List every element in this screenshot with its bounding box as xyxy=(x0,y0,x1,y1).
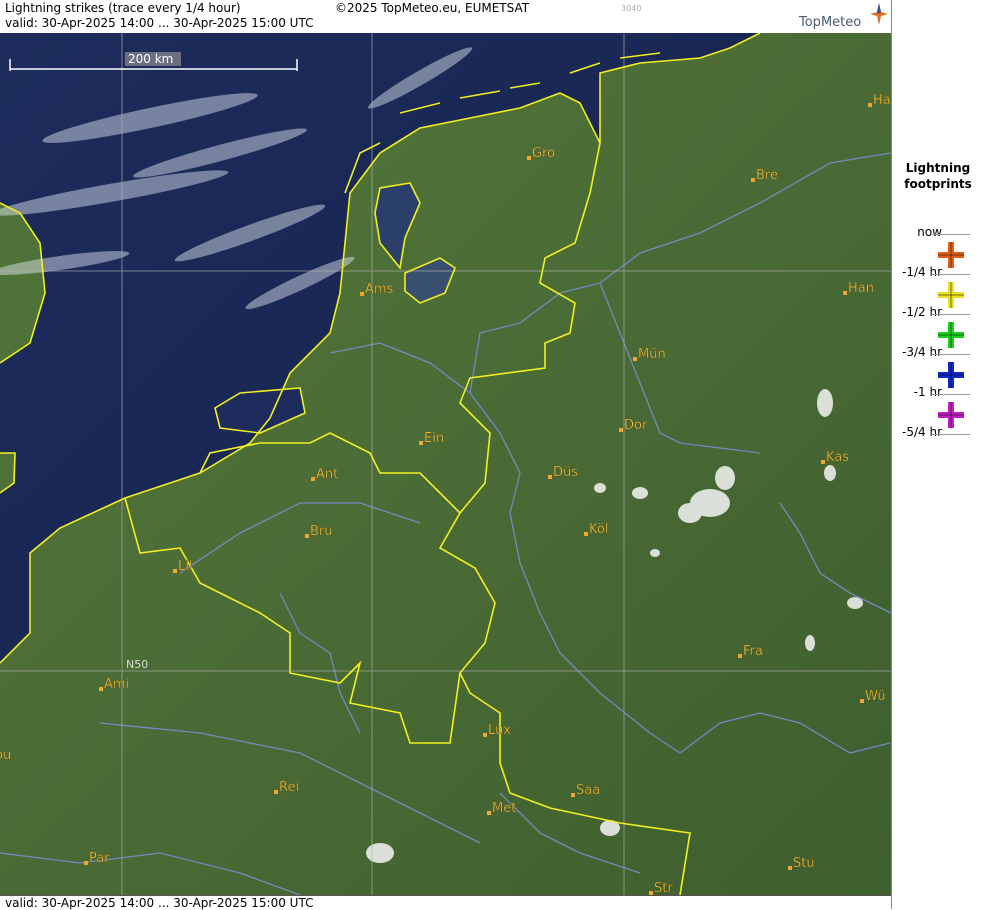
city-label: Ant xyxy=(316,467,338,482)
city-dot xyxy=(274,790,278,794)
city-label: ou xyxy=(0,748,11,763)
city-dot xyxy=(99,687,103,691)
city-label: Gro xyxy=(532,146,555,161)
city-dot xyxy=(633,357,637,361)
legend-time-label: -1/2 hr xyxy=(902,305,942,319)
city-label: Kas xyxy=(826,450,849,465)
map-header: Lightning strikes (trace every 1/4 hour)… xyxy=(0,0,891,34)
city-dot xyxy=(843,291,847,295)
satellite-map[interactable]: Gro Bre Ha Ams Han Mün Ein Dor Ant Düs Kas Bru Köl Li… xyxy=(0,33,891,895)
legend-title-line1: Lightning xyxy=(905,161,971,175)
city-marker: ou xyxy=(0,748,11,763)
city-label: Köl xyxy=(589,522,608,537)
city-marker: Met xyxy=(487,801,516,816)
city-dot xyxy=(173,569,177,573)
city-marker: Lux xyxy=(483,723,511,738)
city-dot xyxy=(360,292,364,296)
legend-time-label: now xyxy=(917,225,942,239)
city-label: Bru xyxy=(310,524,333,539)
compass-icon xyxy=(870,3,888,25)
city-label: Met xyxy=(492,801,516,816)
city-label: Rei xyxy=(279,780,299,795)
city-marker: Mün xyxy=(633,347,666,362)
legend-time-label: -1/4 hr xyxy=(902,265,942,279)
city-dot xyxy=(487,811,491,815)
city-marker: Ant xyxy=(311,467,338,482)
city-marker: Ams xyxy=(360,282,394,297)
city-dot xyxy=(738,654,742,658)
city-dot xyxy=(584,532,588,536)
city-label: Ha xyxy=(873,93,891,108)
legend-time-label: -3/4 hr xyxy=(902,345,942,359)
city-marker: Gro xyxy=(527,146,555,161)
legend-divider xyxy=(932,274,970,275)
city-dot xyxy=(860,699,864,703)
city-dot xyxy=(751,178,755,182)
city-label: Ams xyxy=(365,282,394,297)
city-dot xyxy=(527,156,531,160)
city-label: Saa xyxy=(576,783,600,798)
map-canvas: Gro Bre Ha Ams Han Mün Ein Dor Ant Düs Kas Bru Köl Li… xyxy=(0,33,891,895)
legend-divider xyxy=(932,354,970,355)
city-label: Par xyxy=(89,851,110,866)
city-dot xyxy=(419,441,423,445)
map-title: Lightning strikes (trace every 1/4 hour) xyxy=(5,1,241,15)
city-marker: Han xyxy=(843,281,874,296)
city-label: Stu xyxy=(793,856,815,871)
city-dot xyxy=(305,534,309,538)
city-label: Ami xyxy=(104,677,129,692)
city-label: Mün xyxy=(638,347,666,362)
brand-logo: TopMeteo xyxy=(799,15,862,30)
map-footer: valid: 30-Apr-2025 14:00 ... 30-Apr-2025… xyxy=(0,895,891,910)
city-label: Düs xyxy=(553,465,578,480)
city-dot xyxy=(868,103,872,107)
city-dot xyxy=(84,861,88,865)
city-dot xyxy=(571,793,575,797)
legend-panel: Lightning footprints now -1/4 hr -1/2 hr -3… xyxy=(891,0,983,909)
city-marker: Ami xyxy=(99,677,129,692)
city-label: Han xyxy=(848,281,874,296)
city-dot xyxy=(821,460,825,464)
city-marker: Bru xyxy=(305,524,333,539)
city-marker: Bre xyxy=(751,168,778,183)
legend-divider xyxy=(932,234,970,235)
city-dot xyxy=(619,428,623,432)
legend-time-label: -5/4 hr xyxy=(902,425,942,439)
city-label: Wü xyxy=(865,689,886,704)
city-dot xyxy=(788,866,792,870)
map-code: 3040 xyxy=(621,4,642,13)
legend-divider xyxy=(932,434,970,435)
city-label: Lil xyxy=(178,559,192,574)
city-marker: Dor xyxy=(619,418,648,433)
city-marker: Saa xyxy=(571,783,600,798)
scale-bar-label: 200 km xyxy=(128,52,174,66)
copyright: ©2025 TopMeteo.eu, EUMETSAT xyxy=(335,1,530,15)
city-label: Bre xyxy=(756,168,778,183)
footer-valid-time: valid: 30-Apr-2025 14:00 ... 30-Apr-2025… xyxy=(5,896,314,910)
legend-title: Lightning footprints xyxy=(892,160,983,192)
valid-time: valid: 30-Apr-2025 14:00 ... 30-Apr-2025… xyxy=(5,16,314,30)
city-marker: Kas xyxy=(821,450,849,465)
grid-label-n50: N50 xyxy=(126,658,149,671)
city-dot xyxy=(311,477,315,481)
city-label: Str xyxy=(654,881,673,895)
legend-divider xyxy=(932,394,970,395)
city-label: Fra xyxy=(743,644,763,659)
legend-time-label: -1 hr xyxy=(913,385,942,399)
legend-divider xyxy=(932,314,970,315)
city-dot xyxy=(548,475,552,479)
city-dot xyxy=(483,733,487,737)
legend-title-line2: footprints xyxy=(904,177,972,191)
city-label: Dor xyxy=(624,418,648,433)
city-marker: Düs xyxy=(548,465,578,480)
city-label: Lux xyxy=(488,723,511,738)
city-label: Ein xyxy=(424,431,444,446)
